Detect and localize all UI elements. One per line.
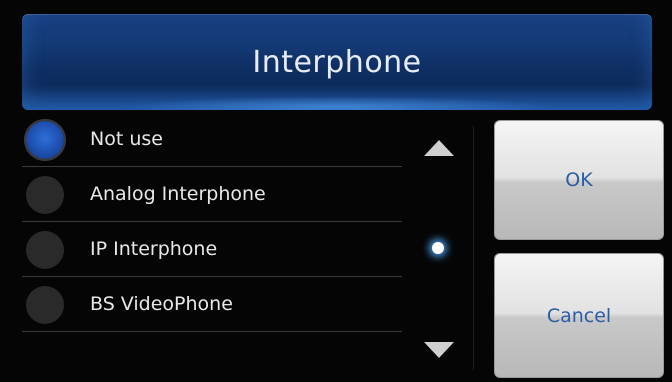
radio-unselected-icon[interactable]	[26, 231, 64, 269]
divider	[473, 126, 474, 370]
option-ip-interphone[interactable]: IP Interphone	[22, 222, 402, 277]
options-list: Not use Analog Interphone IP Interphone …	[22, 112, 402, 382]
radio-selected-icon[interactable]	[24, 119, 66, 161]
dialog-title: Interphone	[252, 44, 422, 80]
cancel-button[interactable]: Cancel	[494, 253, 664, 378]
dialog-title-bar: Interphone	[22, 14, 652, 110]
scroll-down-triangle-icon[interactable]	[424, 342, 454, 358]
option-label: IP Interphone	[90, 238, 218, 260]
option-label: Not use	[90, 128, 163, 150]
radio-unselected-icon[interactable]	[26, 286, 64, 324]
option-label: Analog Interphone	[90, 183, 266, 205]
option-not-use[interactable]: Not use	[22, 112, 402, 167]
interphone-dialog: Interphone Not use Analog Interphone IP …	[0, 0, 672, 382]
radio-unselected-icon[interactable]	[26, 176, 64, 214]
ok-button[interactable]: OK	[494, 120, 664, 240]
scroll-up-triangle-icon[interactable]	[424, 140, 454, 156]
option-label: BS VideoPhone	[90, 293, 233, 315]
option-analog-interphone[interactable]: Analog Interphone	[22, 167, 402, 222]
option-bs-videophone[interactable]: BS VideoPhone	[22, 277, 402, 332]
scroll-position-dot-icon	[432, 242, 444, 254]
